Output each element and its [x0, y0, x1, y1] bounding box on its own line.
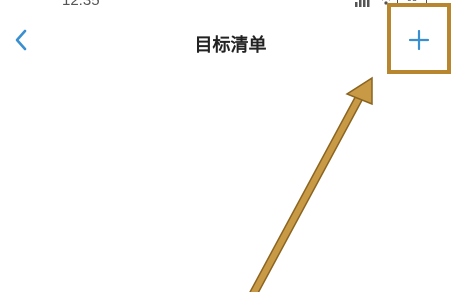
nav-bar: 目标清单: [0, 20, 461, 70]
plus-icon: [408, 29, 430, 55]
page-title: 目标清单: [194, 35, 267, 56]
status-time: 12:35: [62, 0, 100, 9]
status-bar: 12:35 98: [0, 0, 461, 12]
wifi-icon: [379, 0, 393, 6]
battery-icon: 98: [397, 0, 427, 6]
screen: 12:35 98 目标清单: [0, 0, 461, 292]
add-goal-button[interactable]: [405, 28, 433, 56]
signal-icon: [355, 0, 371, 7]
